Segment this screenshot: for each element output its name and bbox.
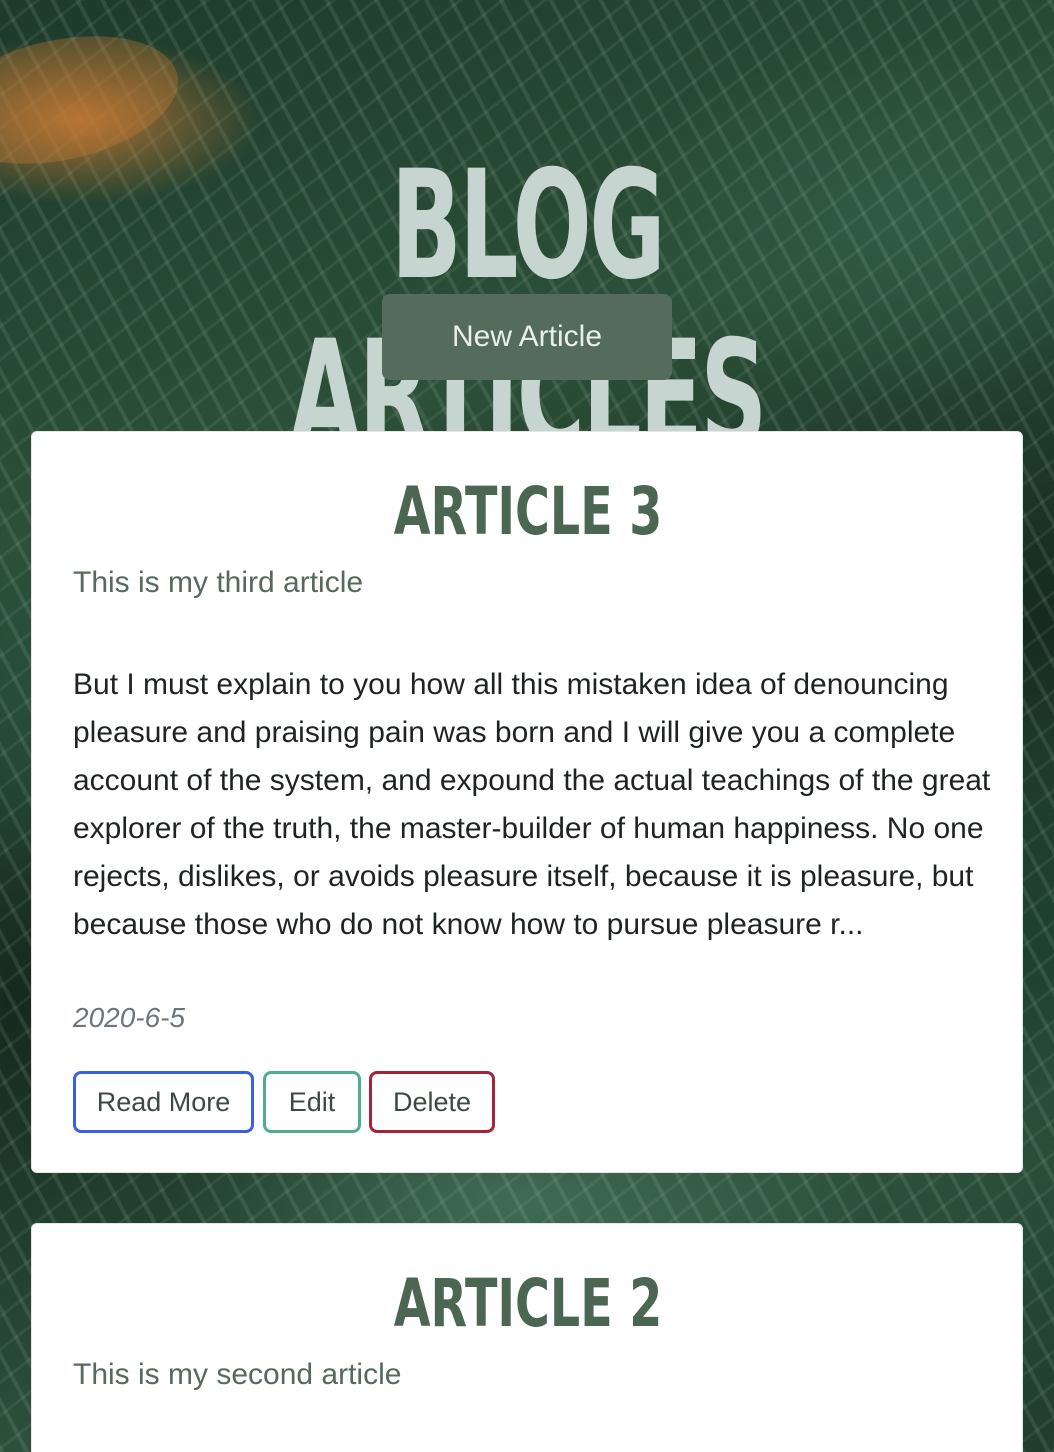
delete-button[interactable]: Delete xyxy=(369,1071,495,1133)
article-date: 2020-6-5 xyxy=(73,1002,186,1033)
article-card: Article 3 This is my third article But I… xyxy=(31,431,1023,1173)
article-description: This is my second article xyxy=(73,1358,402,1391)
article-description: This is my third article xyxy=(73,566,364,599)
article-excerpt: But I must explain to you how all this m… xyxy=(73,668,991,941)
background-leaf xyxy=(0,16,190,184)
article-card: Article 2 This is my second article xyxy=(31,1223,1023,1452)
new-article-button[interactable]: New Article xyxy=(382,294,672,380)
article-title: Article 2 xyxy=(393,1265,663,1342)
read-more-button[interactable]: Read More xyxy=(73,1071,254,1133)
edit-button[interactable]: Edit xyxy=(263,1071,361,1133)
article-title: Article 3 xyxy=(393,473,663,550)
